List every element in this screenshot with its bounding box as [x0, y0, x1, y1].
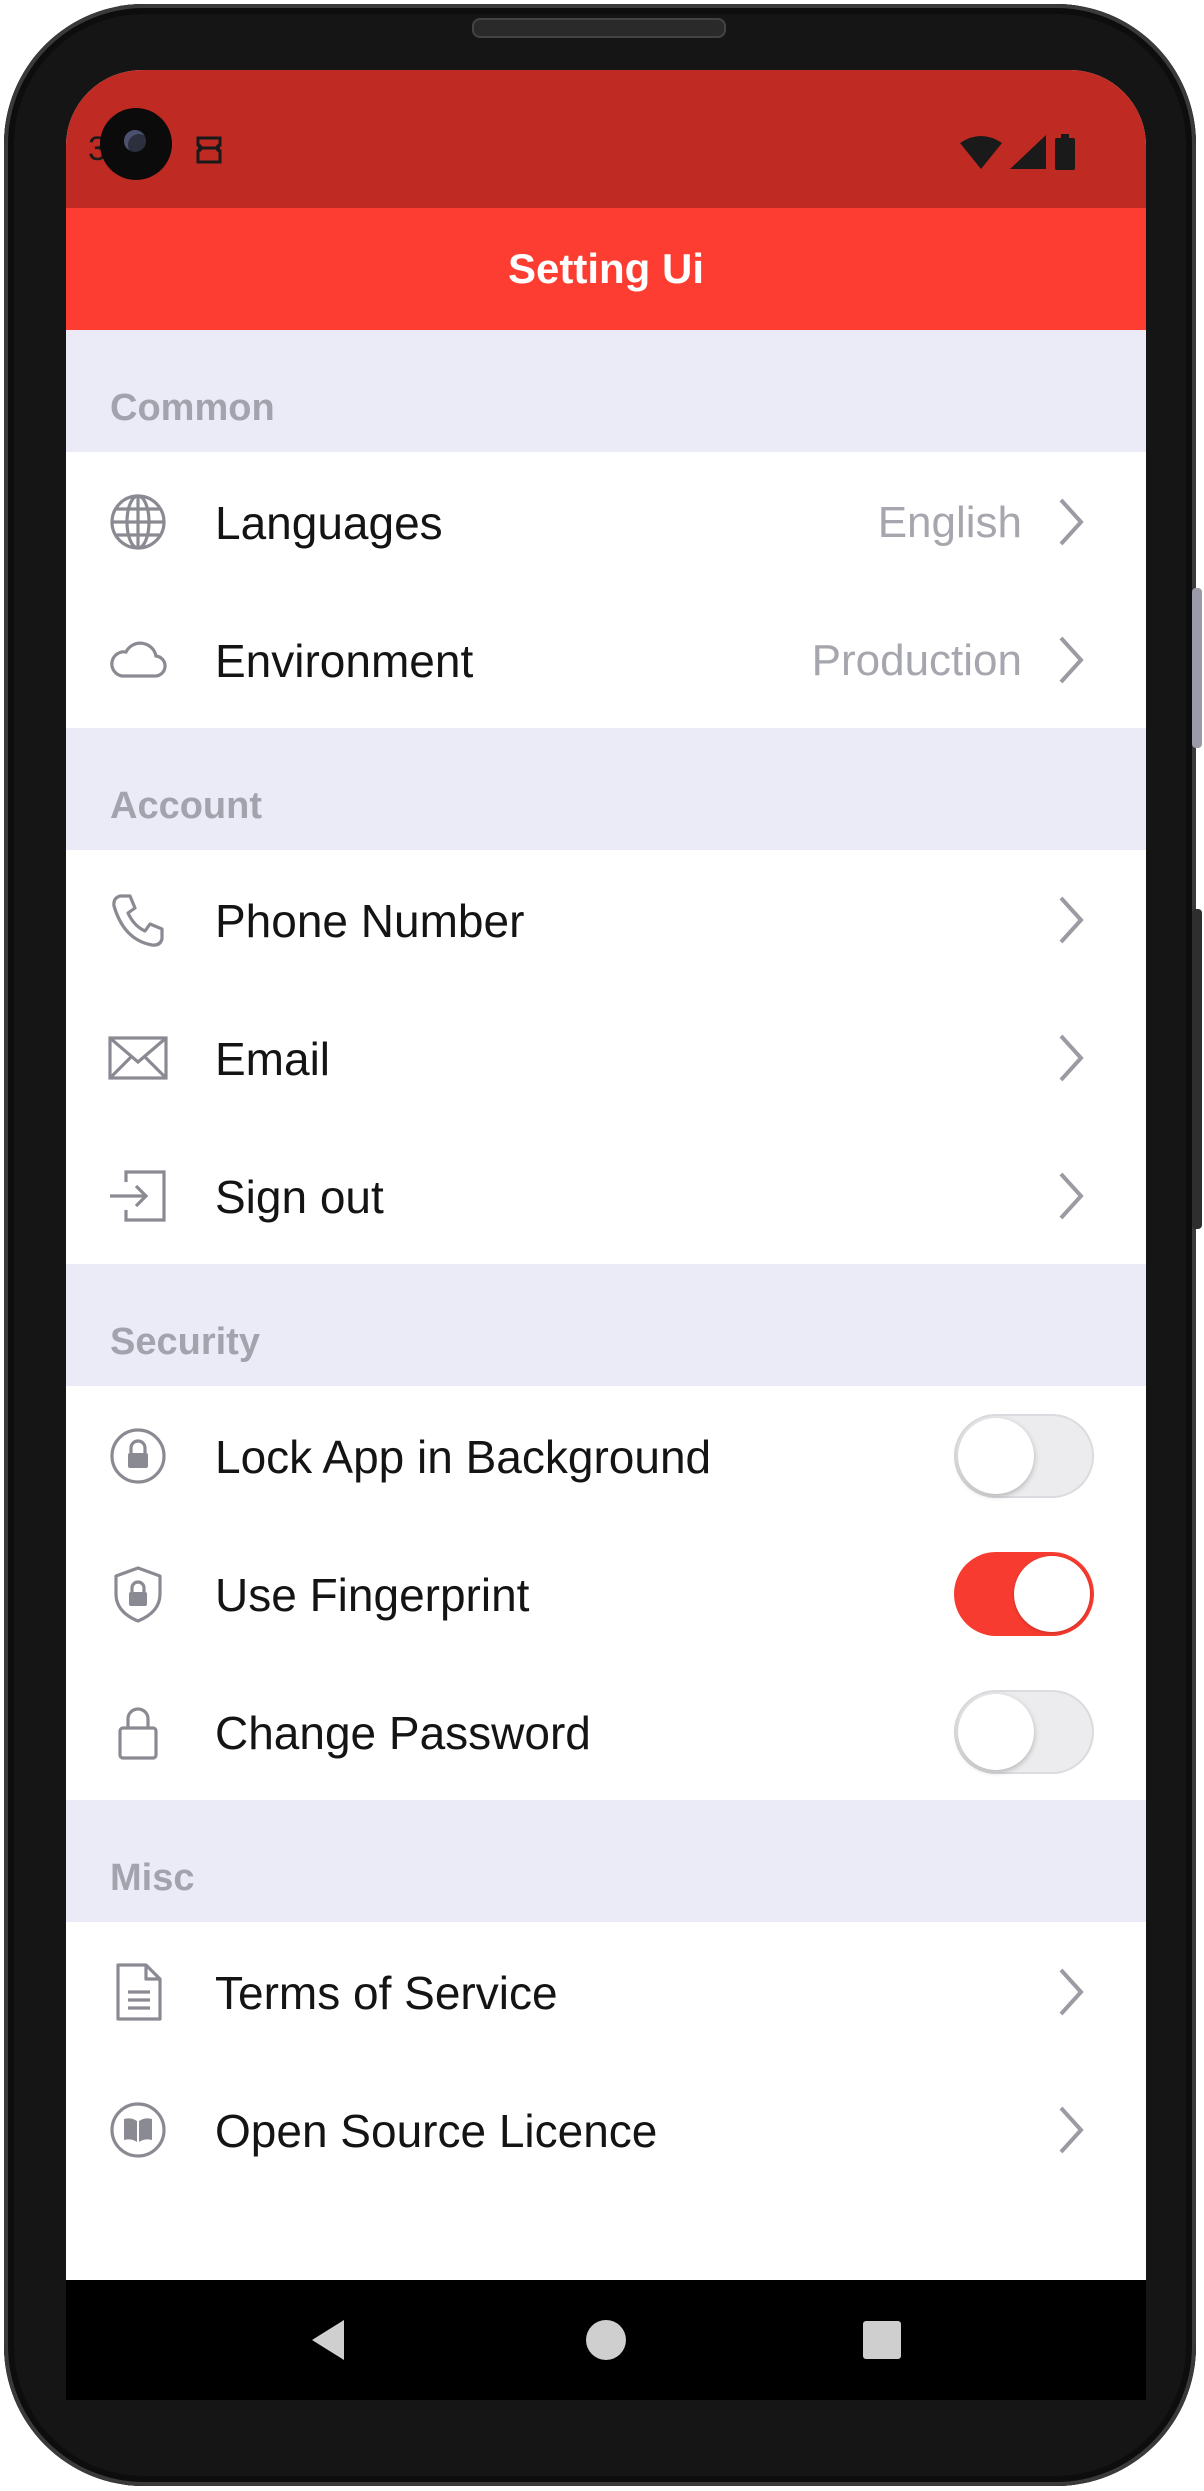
setting-label: Change Password: [215, 1707, 591, 1759]
signal-icon: [1010, 135, 1046, 169]
status-bar: 3: [66, 70, 1146, 208]
lock-app-toggle[interactable]: [954, 1414, 1094, 1498]
status-icons: [960, 132, 1076, 172]
setting-label: Lock App in Background: [215, 1431, 712, 1483]
setting-label: Sign out: [215, 1171, 384, 1223]
setting-row-sign-out[interactable]: Sign out: [66, 1126, 1146, 1264]
recents-icon[interactable]: [852, 2310, 912, 2370]
toggle-knob: [958, 1694, 1034, 1770]
setting-row-change-password: Change Password: [66, 1662, 1146, 1800]
setting-row-fingerprint: Use Fingerprint: [66, 1524, 1146, 1662]
chevron-right-icon: [1059, 1172, 1084, 1220]
shield-lock-icon: [114, 1566, 162, 1623]
navigation-bar: [66, 2280, 1146, 2400]
ticket-icon: [196, 136, 222, 164]
setting-label: Languages: [215, 497, 443, 549]
setting-row-licence[interactable]: Open Source Licence: [66, 2060, 1146, 2198]
change-password-toggle[interactable]: [954, 1690, 1094, 1774]
setting-row-languages[interactable]: Languages English: [66, 452, 1146, 590]
setting-row-terms[interactable]: Terms of Service: [66, 1922, 1146, 2060]
battery-icon: [1055, 134, 1075, 170]
page-title: Setting Ui: [508, 245, 704, 292]
chevron-right-icon: [1059, 636, 1084, 684]
setting-row-phone-number[interactable]: Phone Number: [66, 850, 1146, 988]
section-title: Security: [110, 1321, 260, 1363]
volume-button: [1192, 588, 1202, 748]
chevron-right-icon: [1059, 1034, 1084, 1082]
phone-icon: [112, 894, 164, 947]
toggle-knob: [1014, 1556, 1090, 1632]
front-camera: [100, 108, 172, 180]
section-header-common: Common: [66, 330, 1146, 452]
setting-label: Use Fingerprint: [215, 1569, 530, 1621]
chevron-right-icon: [1059, 896, 1084, 944]
section-title: Misc: [110, 1857, 195, 1899]
home-icon[interactable]: [576, 2310, 636, 2370]
setting-label: Environment: [215, 635, 474, 687]
setting-row-email[interactable]: Email: [66, 988, 1146, 1126]
chevron-right-icon: [1059, 2106, 1084, 2154]
fingerprint-toggle[interactable]: [954, 1552, 1094, 1636]
toggle-knob: [958, 1418, 1034, 1494]
wifi-icon: [960, 136, 1002, 169]
app-bar: Setting Ui: [66, 208, 1146, 330]
section-header-misc: Misc: [66, 1800, 1146, 1922]
section-header-account: Account: [66, 728, 1146, 850]
lock-circle-icon: [110, 1428, 166, 1484]
settings-list: Common Languages English Environment Pro…: [66, 330, 1146, 2198]
device-frame: 3 Setting Ui Common Languages English En…: [4, 4, 1202, 2486]
screen: 3 Setting Ui Common Languages English En…: [66, 70, 1146, 2400]
padlock-icon: [118, 1707, 158, 1760]
section-title: Common: [110, 387, 275, 429]
section-header-security: Security: [66, 1264, 1146, 1386]
setting-label: Email: [215, 1033, 331, 1085]
earpiece-speaker: [472, 18, 726, 38]
chevron-right-icon: [1059, 498, 1084, 546]
globe-icon: [110, 494, 166, 550]
setting-row-environment[interactable]: Environment Production: [66, 590, 1146, 728]
mail-icon: [108, 1036, 168, 1080]
setting-label: Open Source Licence: [215, 2105, 658, 2157]
setting-value: English: [877, 498, 1022, 547]
back-icon[interactable]: [300, 2310, 360, 2370]
setting-label: Terms of Service: [215, 1967, 558, 2019]
cloud-icon: [110, 641, 167, 678]
power-button: [1192, 909, 1202, 1229]
document-icon: [116, 1963, 162, 2021]
section-title: Account: [110, 785, 262, 827]
chevron-right-icon: [1059, 1968, 1084, 2016]
setting-label: Phone Number: [215, 895, 525, 947]
sign-out-icon: [110, 1170, 166, 1222]
setting-row-lock-app: Lock App in Background: [66, 1386, 1146, 1524]
setting-value: Production: [811, 636, 1022, 685]
book-icon: [110, 2102, 166, 2158]
